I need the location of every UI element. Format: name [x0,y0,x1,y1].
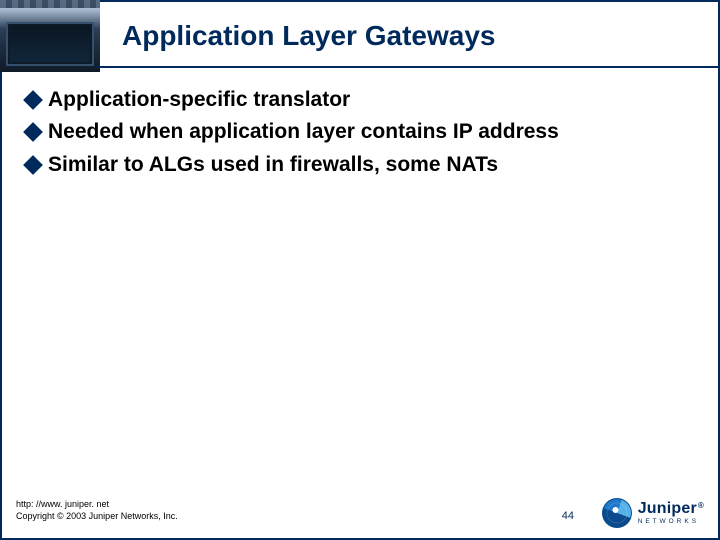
bullet-item: Similar to ALGs used in firewalls, some … [26,151,694,179]
slide-number: 44 [562,510,574,522]
swirl-icon [12,33,30,51]
bullet-text: Similar to ALGs used in firewalls, some … [48,151,694,179]
diamond-bullet-icon [23,155,43,175]
slide: Juniper Application Layer Gateways Appli… [0,0,720,540]
bullet-text: Application-specific translator [48,86,694,114]
diamond-bullet-icon [23,90,43,110]
footer-left: http: //www. juniper. net Copyright © 20… [16,498,178,522]
footer-brand: Juniper ® [638,501,704,517]
footer-logo: Juniper ® N E T W O R K S [602,498,704,528]
header-mini-brand: Juniper [34,38,63,47]
footer-brand-text: Juniper [638,501,697,517]
header-divider [98,66,718,68]
slide-content: Application-specific translator Needed w… [26,86,694,183]
diamond-bullet-icon [23,122,43,142]
header-photo: Juniper [0,0,100,72]
bullet-item: Needed when application layer contains I… [26,118,694,146]
footer-copyright: Copyright © 2003 Juniper Networks, Inc. [16,510,178,522]
header-mini-logo: Juniper [12,28,84,56]
footer-url: http: //www. juniper. net [16,498,178,510]
footer-tagline: N E T W O R K S [638,519,704,526]
footer-wordmark: Juniper ® N E T W O R K S [638,501,704,526]
slide-header: Juniper Application Layer Gateways [2,2,718,74]
swirl-icon [602,498,632,528]
registered-mark-icon: ® [698,502,704,510]
bullet-text: Needed when application layer contains I… [48,118,694,146]
bullet-item: Application-specific translator [26,86,694,114]
slide-footer: http: //www. juniper. net Copyright © 20… [16,480,704,528]
slide-title: Application Layer Gateways [122,20,495,52]
